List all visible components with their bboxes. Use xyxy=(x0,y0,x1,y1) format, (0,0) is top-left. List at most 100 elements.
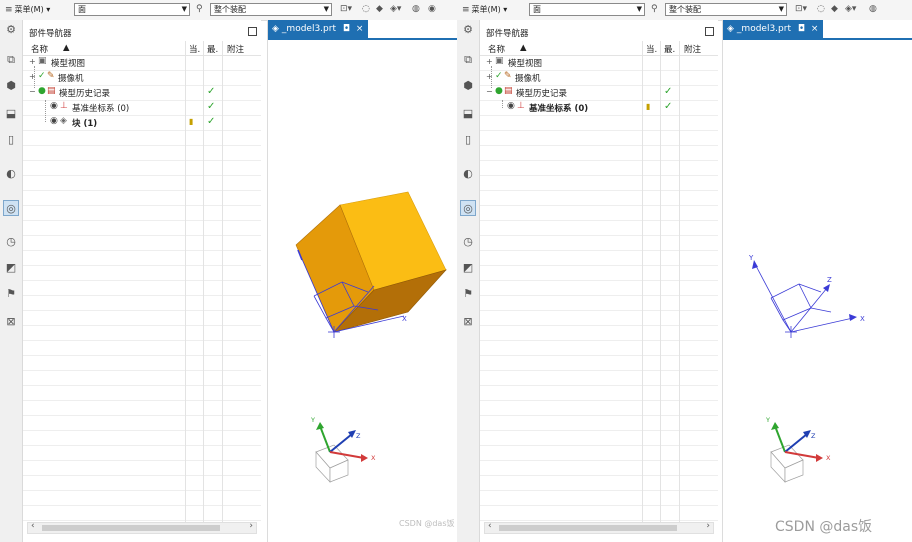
select-feature-icon[interactable]: ◆ xyxy=(376,4,383,14)
constraint-navigator-icon[interactable]: ⬢ xyxy=(3,78,19,94)
column-divider xyxy=(679,41,680,522)
web-browser-icon[interactable]: ◎ xyxy=(460,200,476,216)
system-scene-icon[interactable]: ⊠ xyxy=(3,314,19,330)
constraint-navigator-icon[interactable]: ⬢ xyxy=(460,78,476,94)
scrollbar-thumb[interactable] xyxy=(42,525,220,531)
column-notes[interactable]: 附注 xyxy=(227,43,244,55)
expand-icon[interactable]: + xyxy=(486,72,493,81)
eye-icon[interactable]: ◉ xyxy=(507,101,515,111)
palette-icon[interactable]: ◩ xyxy=(460,260,476,276)
triad-z-label: Z xyxy=(356,432,361,440)
csys-x-arrow xyxy=(849,314,857,321)
part-navigator-icon[interactable]: ⬓ xyxy=(3,106,19,122)
latest-check-icon: ✓ xyxy=(207,101,216,112)
column-header: 名称 ▲ 当. 最. 附注 xyxy=(23,41,261,56)
roles-icon[interactable]: ⚑ xyxy=(460,286,476,302)
csys-z-label: Z xyxy=(827,276,832,284)
menu-button[interactable]: ≡ 菜单(M) ▾ xyxy=(5,4,50,15)
assembly-navigator-icon[interactable]: ⧉ xyxy=(3,52,19,68)
menu-button[interactable]: ≡ 菜单(M) ▾ xyxy=(462,4,507,15)
part-navigator-icon[interactable]: ⬓ xyxy=(460,106,476,122)
view-icon[interactable]: ◍ xyxy=(869,4,877,14)
eye-icon[interactable]: ◉ xyxy=(50,101,58,111)
triad-y-label: Y xyxy=(765,416,770,424)
scroll-right-icon[interactable]: › xyxy=(249,521,253,531)
maximize-icon[interactable] xyxy=(705,27,714,36)
sort-asc-icon: ▲ xyxy=(63,43,70,53)
filter-icon[interactable]: ⚲ xyxy=(651,4,658,14)
tree-node-cameras[interactable]: + ✓ ✎ 摄像机 xyxy=(480,71,718,85)
render-icon[interactable]: ◉ xyxy=(428,4,436,14)
select-body-icon[interactable]: ◈▾ xyxy=(390,4,401,14)
palette-icon[interactable]: ◩ xyxy=(3,260,19,276)
hd3d-icon[interactable]: ◐ xyxy=(3,166,19,182)
select-body-icon[interactable]: ◈▾ xyxy=(845,4,856,14)
tree-node-datum-csys[interactable]: ◉ ⊥ 基准坐标系 (0) ▮ ✓ xyxy=(480,101,718,115)
column-latest[interactable]: 最. xyxy=(664,43,675,55)
scrollbar-thumb[interactable] xyxy=(499,525,677,531)
column-latest[interactable]: 最. xyxy=(207,43,218,55)
column-notes[interactable]: 附注 xyxy=(684,43,701,55)
view-icon[interactable]: ◍ xyxy=(412,4,420,14)
web-browser-icon[interactable]: ◎ xyxy=(3,200,19,216)
camera-icon: ✎ xyxy=(47,71,55,81)
hd3d-icon[interactable]: ◐ xyxy=(460,166,476,182)
expand-icon[interactable]: + xyxy=(486,57,493,66)
history-clock-icon[interactable]: ◷ xyxy=(3,234,19,250)
maximize-icon[interactable] xyxy=(248,27,257,36)
select-edge-icon[interactable]: ◌ xyxy=(817,4,825,14)
collapse-icon[interactable]: − xyxy=(29,87,36,96)
model-canvas[interactable]: X Y Z Y Z X xyxy=(723,20,912,542)
history-icon: ▤ xyxy=(504,86,513,96)
snap-icon[interactable]: ⊡▾ xyxy=(340,4,352,14)
reuse-library-icon[interactable]: ▯ xyxy=(3,132,19,148)
system-scene-icon[interactable]: ⊠ xyxy=(460,314,476,330)
snap-icon[interactable]: ⊡▾ xyxy=(795,4,807,14)
roles-icon[interactable]: ⚑ xyxy=(3,286,19,302)
datum-csys-icon: ⊥ xyxy=(60,101,68,111)
selection-filter-dropdown[interactable]: 面 ▼ xyxy=(529,3,645,16)
tree-node-cameras[interactable]: + ✓ ✎ 摄像机 xyxy=(23,71,261,85)
tree-node-model-history[interactable]: − ● ▤ 模型历史记录 ✓ xyxy=(23,86,261,100)
tree-node-block[interactable]: ◉ ◈ 块 (1) ▮ ✓ xyxy=(23,116,261,130)
expand-icon[interactable]: + xyxy=(29,57,36,66)
scroll-left-icon[interactable]: ‹ xyxy=(31,521,35,531)
column-current[interactable]: 当. xyxy=(189,43,200,55)
select-edge-icon[interactable]: ◌ xyxy=(362,4,370,14)
horizontal-scrollbar[interactable]: ‹ › xyxy=(27,521,257,534)
horizontal-scrollbar[interactable]: ‹ › xyxy=(484,521,714,534)
model-canvas[interactable]: X Y Z X xyxy=(268,20,457,542)
filter-icon[interactable]: ⚲ xyxy=(196,4,203,14)
column-name[interactable]: 名称 xyxy=(31,43,48,55)
check-icon: ✓ xyxy=(38,71,46,81)
scroll-right-icon[interactable]: › xyxy=(706,521,710,531)
tree-node-model-views[interactable]: + ▣ 模型视图 xyxy=(480,56,718,70)
eye-icon[interactable]: ◉ xyxy=(50,116,58,126)
tree-node-model-history[interactable]: − ● ▤ 模型历史记录 ✓ xyxy=(480,86,718,100)
csys-x-label: X xyxy=(860,315,865,323)
assembly-navigator-icon[interactable]: ⧉ xyxy=(460,52,476,68)
expand-icon[interactable]: + xyxy=(29,72,36,81)
datum-csys xyxy=(754,263,854,338)
selection-filter-dropdown[interactable]: 面 ▼ xyxy=(74,3,190,16)
column-name[interactable]: 名称 xyxy=(488,43,505,55)
chevron-down-icon: ▼ xyxy=(778,5,784,13)
assembly-scope-dropdown[interactable]: 整个装配 ▼ xyxy=(210,3,332,16)
select-feature-icon[interactable]: ◆ xyxy=(831,4,838,14)
triad-y-label: Y xyxy=(310,416,315,424)
chevron-down-icon: ▼ xyxy=(181,5,187,13)
collapse-icon[interactable]: − xyxy=(486,87,493,96)
navigator-title: 部件导航器 xyxy=(486,29,529,39)
reuse-library-icon[interactable]: ▯ xyxy=(460,132,476,148)
history-clock-icon[interactable]: ◷ xyxy=(460,234,476,250)
column-current[interactable]: 当. xyxy=(646,43,657,55)
graphics-window[interactable]: ◈ _model3.prt ◘ × X Y Z Y Z X CSDN @das饭 xyxy=(722,20,912,542)
scroll-left-icon[interactable]: ‹ xyxy=(488,521,492,531)
tree-node-model-views[interactable]: + ▣ 模型视图 xyxy=(23,56,261,70)
top-toolbar: ≡ 菜单(M) ▾ 面 ▼ ⚲ 整个装配 ▼ ⊡▾ ◌ ◆ ◈▾ ◍ ◉ xyxy=(0,0,457,21)
gear-icon[interactable]: ⚙ xyxy=(3,22,19,38)
gear-icon[interactable]: ⚙ xyxy=(460,22,476,38)
tree-node-datum-csys[interactable]: ◉ ⊥ 基准坐标系 (0) ✓ xyxy=(23,101,261,115)
assembly-scope-dropdown[interactable]: 整个装配 ▼ xyxy=(665,3,787,16)
graphics-window[interactable]: ◈ _model3.prt ◘ × X Y Z X CSDN @das饭 xyxy=(267,20,457,542)
